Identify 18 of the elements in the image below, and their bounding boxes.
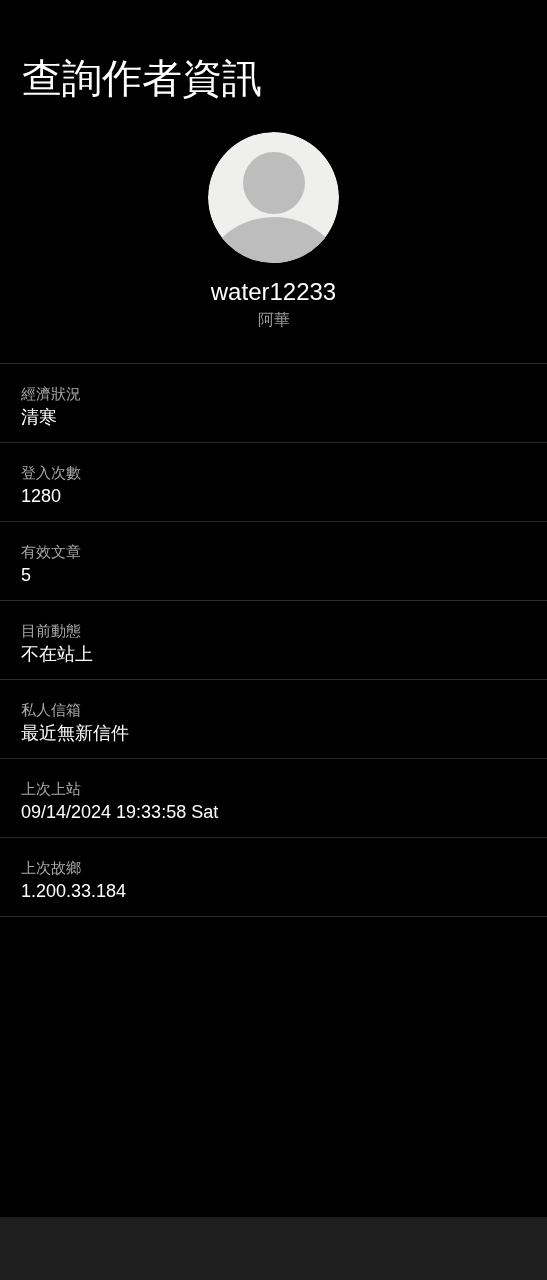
field-value: 1280 [21,485,62,508]
field-label: 有效文章 [21,542,81,563]
field-label: 目前動態 [21,621,81,642]
username: water12233 [210,277,337,307]
field-value: 1.200.33.184 [21,880,127,903]
page-title: 查詢作者資訊 [21,54,263,103]
field-value: 5 [21,564,31,587]
avatar-icon [208,132,339,263]
field-value: 不在站上 [21,643,93,666]
field-value: 最近無新信件 [21,722,129,745]
field-label: 上次故鄉 [21,858,81,879]
field-label: 登入次數 [21,463,81,484]
field-label: 上次上站 [21,779,81,800]
field-label: 私人信箱 [21,700,81,721]
nickname: 阿華 [257,309,290,331]
field-value: 清寒 [21,406,57,429]
field-value: 09/14/2024 19:33:58 Sat [21,801,219,824]
field-label: 經濟狀況 [21,384,81,405]
